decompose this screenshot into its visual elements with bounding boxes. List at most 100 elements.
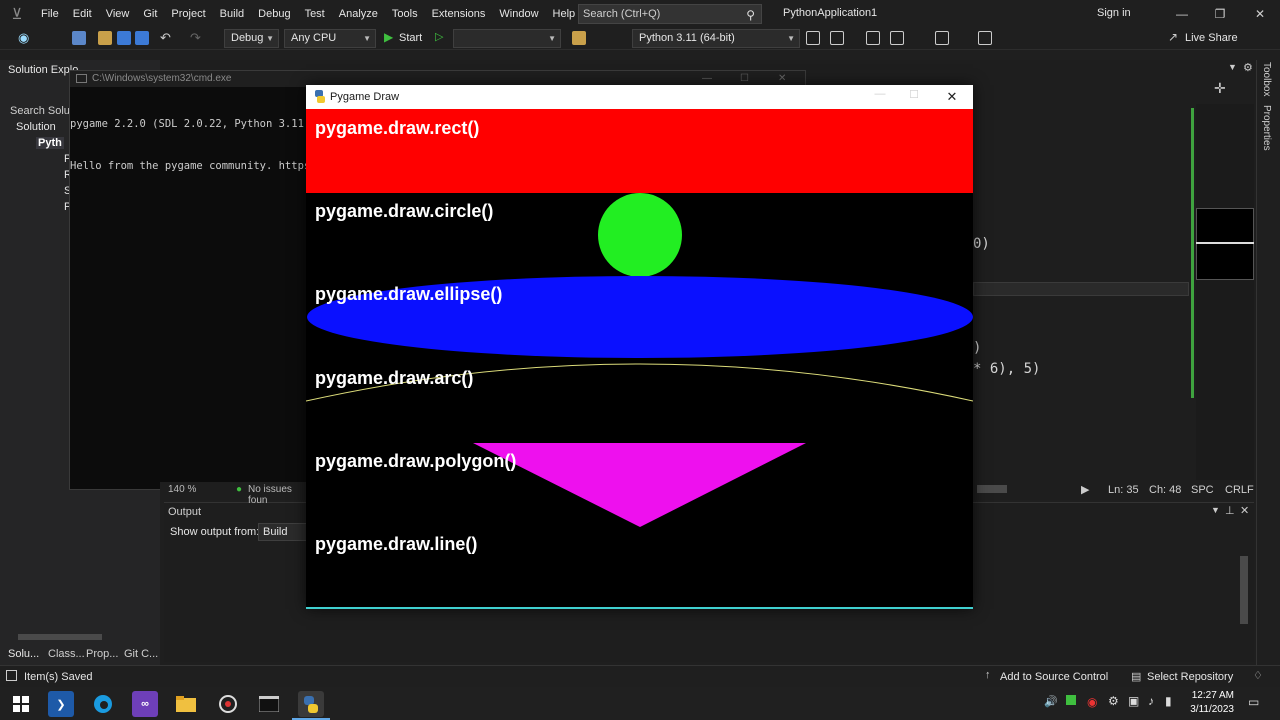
toolbox-tab[interactable]: Toolbox	[1261, 62, 1272, 96]
output-source-combo[interactable]: Build	[258, 523, 308, 541]
close-icon[interactable]: ✕	[1240, 504, 1249, 517]
bookmark-icon[interactable]	[978, 31, 992, 45]
tray-icon[interactable]: ⚙	[1108, 694, 1119, 708]
tab-git-changes[interactable]: Git C...	[124, 648, 158, 660]
clock-app-icon[interactable]	[215, 691, 241, 717]
menu-test[interactable]: Test	[298, 0, 332, 28]
select-repository[interactable]: Select Repository	[1147, 671, 1233, 683]
chevron-down-icon: ▼	[363, 34, 371, 43]
menu-extensions[interactable]: Extensions	[425, 0, 493, 28]
chevron-down-icon[interactable]: ▼	[1228, 62, 1237, 72]
toolbar-icon[interactable]	[935, 31, 949, 45]
python-env-combo[interactable]: Python 3.11 (64-bit) ▼	[632, 29, 800, 48]
redo-icon[interactable]: ↷	[190, 30, 201, 46]
back-icon[interactable]: ◉	[18, 30, 29, 46]
start-icon[interactable]: ▶	[384, 30, 393, 44]
minimize-icon[interactable]: —	[1172, 4, 1192, 24]
arrow-up-icon: ↑	[985, 669, 991, 681]
menu-project[interactable]: Project	[164, 0, 212, 28]
python-taskbar-icon[interactable]	[298, 691, 324, 717]
gear-icon[interactable]: ⚙	[1243, 61, 1253, 74]
start-button[interactable]: Start	[399, 32, 422, 44]
microphone-icon[interactable]: ▮	[1165, 694, 1172, 708]
terminal-icon[interactable]	[256, 691, 282, 717]
maximize-icon[interactable]: ☐	[904, 88, 924, 101]
file-explorer-icon[interactable]	[173, 691, 199, 717]
powershell-icon[interactable]: ❯	[48, 691, 74, 717]
menu-build[interactable]: Build	[213, 0, 251, 28]
scroll-right-icon[interactable]: ▶	[1081, 483, 1089, 496]
live-share-icon[interactable]: ↗	[1168, 30, 1178, 44]
minimize-icon[interactable]: —	[870, 88, 890, 100]
toolbar-icon[interactable]	[806, 31, 820, 45]
rect-label: pygame.draw.rect()	[315, 118, 480, 138]
add-to-source-control[interactable]: Add to Source Control	[1000, 671, 1108, 683]
sign-in-link[interactable]: Sign in	[1097, 7, 1131, 19]
pygame-window[interactable]: Pygame Draw — ☐ ✕ pygame.draw.rect() pyg…	[306, 85, 973, 609]
tab-class[interactable]: Class...	[48, 648, 85, 660]
live-share-button[interactable]: Live Share	[1185, 32, 1238, 44]
chevron-down-icon: ▼	[266, 34, 274, 43]
toolbar-icon[interactable]	[830, 31, 844, 45]
menu-file[interactable]: File	[34, 0, 66, 28]
taskbar-clock[interactable]: 12:27 AM 3/11/2023	[1190, 689, 1234, 717]
config-combo[interactable]: Debug ▼	[224, 29, 279, 48]
menu-view[interactable]: View	[99, 0, 137, 28]
start-without-debug-icon[interactable]: ▷	[435, 30, 443, 43]
tray-icon[interactable]	[1066, 695, 1076, 705]
tray-chevron-icon[interactable]: 🔊	[1044, 695, 1058, 708]
menu-tools[interactable]: Tools	[385, 0, 425, 28]
menu-window[interactable]: Window	[492, 0, 545, 28]
pygame-titlebar[interactable]: Pygame Draw — ☐ ✕	[306, 85, 973, 109]
menu-analyze[interactable]: Analyze	[332, 0, 385, 28]
new-project-icon[interactable]	[72, 31, 86, 45]
volume-icon[interactable]: ♪	[1148, 694, 1154, 708]
menu-debug[interactable]: Debug	[251, 0, 297, 28]
notifications-icon[interactable]: ▭	[1248, 695, 1259, 709]
network-icon[interactable]: ▣	[1128, 694, 1139, 708]
folder-icon[interactable]	[572, 31, 586, 45]
chevron-down-icon[interactable]: ▼	[1211, 505, 1220, 515]
close-icon[interactable]: ✕	[942, 88, 962, 106]
properties-tab[interactable]: Properties	[1261, 105, 1272, 151]
zoom-level[interactable]: 140 %	[168, 484, 196, 495]
open-folder-icon[interactable]	[98, 31, 112, 45]
editor-status-bar: ▶ Ln: 35 Ch: 48 SPC CRLF	[973, 482, 1280, 498]
whitespace-mode[interactable]: SPC	[1191, 484, 1214, 496]
save-icon[interactable]	[117, 31, 131, 45]
pin-icon[interactable]: ⊥	[1225, 504, 1235, 517]
tree-item-project[interactable]: Pyth	[36, 137, 64, 149]
menu-edit[interactable]: Edit	[66, 0, 99, 28]
tab-solution[interactable]: Solu...	[8, 648, 39, 660]
toolbar: ◉ ↶ ↷ Debug ▼ Any CPU ▼ ▶ Start ▷ ▼ Python…	[0, 28, 1280, 50]
circle-shape	[598, 193, 682, 277]
debug-target-combo[interactable]: ▼	[453, 29, 561, 48]
tray-icon[interactable]: ◉	[1087, 695, 1097, 709]
windows-start-icon[interactable]	[8, 691, 34, 717]
close-icon[interactable]: ✕	[1250, 4, 1270, 24]
minimap[interactable]	[1196, 104, 1254, 480]
horizontal-scrollbar-thumb[interactable]	[977, 485, 1007, 493]
edge-icon[interactable]	[90, 691, 116, 717]
add-icon[interactable]: ✛	[1214, 80, 1226, 97]
notification-icon[interactable]: ♢	[1253, 669, 1263, 682]
scrollbar-thumb[interactable]	[18, 634, 102, 640]
menu-git[interactable]: Git	[136, 0, 164, 28]
toolbar-icon[interactable]	[890, 31, 904, 45]
toolbar-icon[interactable]	[866, 31, 880, 45]
platform-combo[interactable]: Any CPU ▼	[284, 29, 376, 48]
maximize-icon[interactable]: ❐	[1210, 4, 1230, 24]
minimap-viewport[interactable]	[1196, 208, 1254, 280]
tab-properties[interactable]: Prop...	[86, 648, 118, 660]
code-fragment: * 6), 5)	[973, 361, 1041, 377]
line-endings[interactable]: CRLF	[1225, 484, 1254, 496]
menu-help[interactable]: Help	[546, 0, 583, 28]
issues-indicator[interactable]: No issues foun	[248, 484, 306, 506]
search-input[interactable]: Search (Ctrl+Q) ⚲	[578, 4, 762, 24]
output-scrollbar-thumb[interactable]	[1240, 556, 1248, 624]
tree-item-solution[interactable]: Solution	[16, 121, 56, 133]
undo-icon[interactable]: ↶	[160, 30, 171, 46]
visual-studio-icon[interactable]: ∞	[132, 691, 158, 717]
code-fragment: )	[973, 340, 982, 356]
save-all-icon[interactable]	[135, 31, 149, 45]
